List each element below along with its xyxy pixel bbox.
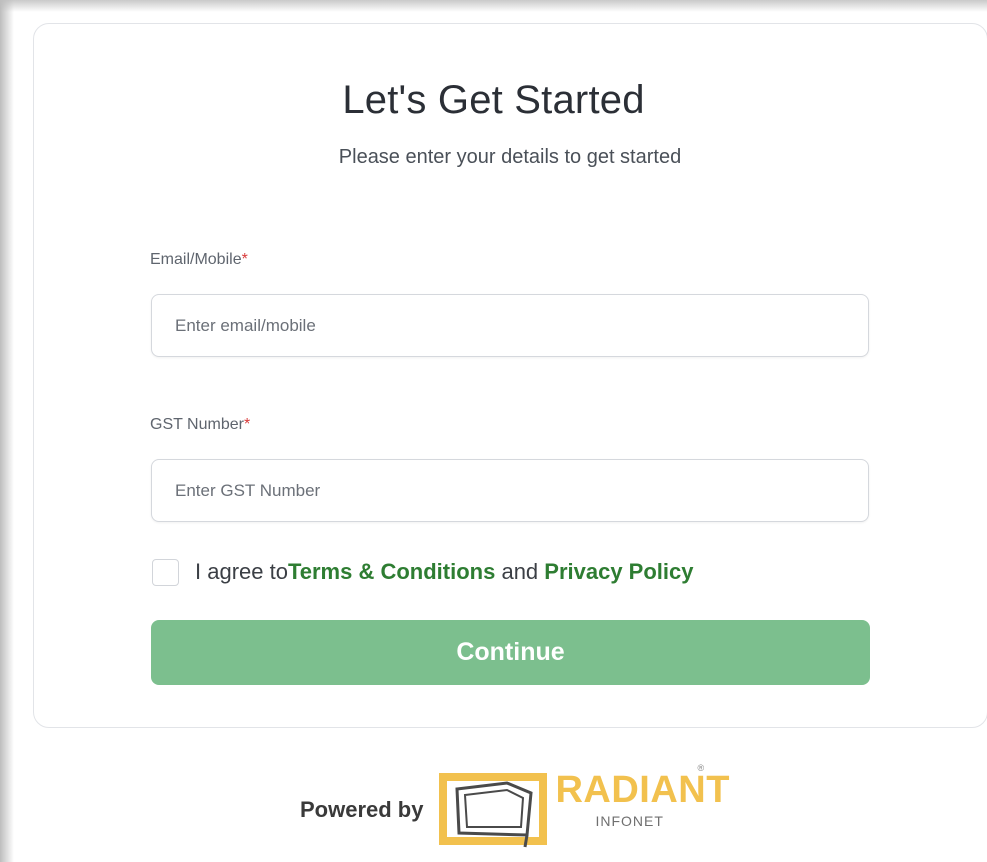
- email-label-text: Email/Mobile: [150, 251, 242, 268]
- agree-row: I agree toTerms & Conditions and Privacy…: [152, 556, 694, 588]
- radiant-infonet-logo-icon: RADIANT INFONET ®: [435, 755, 729, 855]
- gst-label: GST Number*: [150, 416, 250, 434]
- agree-checkbox[interactable]: [152, 558, 179, 586]
- logo-registered-mark: ®: [697, 763, 705, 773]
- page-title: Let's Get Started: [342, 78, 645, 122]
- gst-label-text: GST Number: [150, 416, 244, 433]
- logo-word: RADIANT: [555, 769, 730, 811]
- logo-frame-icon: [439, 773, 548, 848]
- agree-middle: and: [495, 559, 545, 584]
- continue-button[interactable]: Continue: [151, 620, 870, 685]
- email-input[interactable]: [152, 295, 868, 356]
- page-subtitle: Please enter your details to get started: [338, 146, 682, 168]
- powered-by-footer: Powered by RADIANT INFONET ®: [300, 755, 729, 855]
- app-window: Let's Get Started Please enter your deta…: [0, 0, 987, 862]
- email-label: Email/Mobile*: [150, 251, 248, 269]
- logo-sub: INFONET: [595, 813, 664, 829]
- privacy-link[interactable]: Privacy Policy: [544, 559, 693, 584]
- email-required-mark: *: [241, 251, 248, 268]
- agree-prefix: I agree to: [195, 559, 288, 584]
- gst-required-mark: *: [243, 416, 251, 433]
- email-field-box: [151, 294, 869, 357]
- powered-by-text: Powered by: [300, 797, 424, 822]
- window-shadow-top: [0, 0, 987, 12]
- terms-link[interactable]: Terms & Conditions: [288, 559, 495, 584]
- agree-text: I agree toTerms & Conditions and Privacy…: [195, 559, 694, 585]
- gst-field-box: [151, 459, 869, 522]
- window-shadow-left: [0, 0, 14, 862]
- gst-input[interactable]: [152, 460, 868, 521]
